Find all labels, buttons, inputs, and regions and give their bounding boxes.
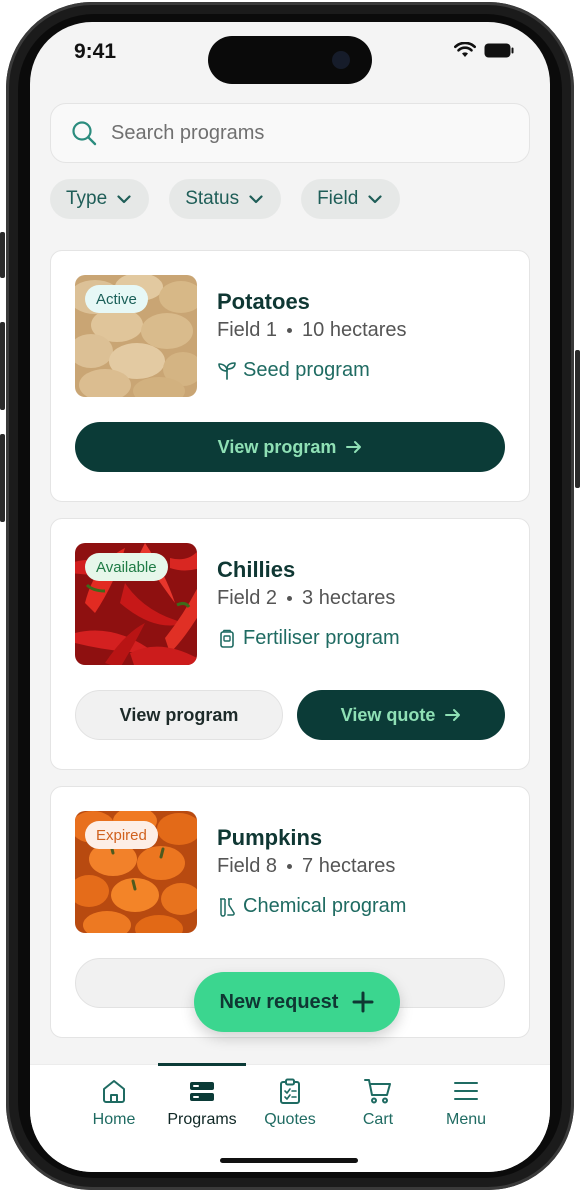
filter-field-dropdown[interactable]: Field [301, 179, 401, 219]
search-input[interactable] [111, 121, 491, 145]
chillies-image: Available [75, 543, 197, 665]
tab-programs[interactable]: Programs [158, 1063, 246, 1165]
programs-icon [190, 1082, 214, 1101]
filter-bar: Type Status Field [50, 179, 401, 219]
field-name: Field 2 [217, 587, 278, 609]
program-type: Fertiliser program [217, 627, 400, 650]
seedling-icon [218, 361, 236, 380]
tab-quotes[interactable]: Quotes [246, 1065, 334, 1165]
program-card-chillies: Available Chillies Field 2 3 hectares Fe… [50, 518, 530, 770]
chevron-down-icon [117, 194, 131, 203]
tab-label: Cart [362, 1111, 394, 1128]
cart-icon [364, 1079, 391, 1104]
filter-label: Field [317, 188, 359, 209]
view-program-button[interactable]: View program [75, 422, 505, 472]
button-label: View program [217, 436, 337, 457]
card-title: Pumpkins [217, 825, 323, 850]
menu-icon [454, 1082, 478, 1100]
dynamic-island [208, 36, 372, 84]
power-button [575, 350, 580, 488]
home-indicator [220, 1158, 358, 1163]
wifi-icon [454, 42, 476, 57]
tab-label: Quotes [264, 1111, 316, 1128]
tab-label: Home [92, 1111, 136, 1128]
view-program-button[interactable]: View program [75, 690, 283, 740]
program-label: Fertiliser program [243, 627, 400, 649]
status-badge: Active [85, 285, 148, 313]
status-badge: Expired [85, 821, 158, 849]
separator-dot [287, 596, 293, 601]
clipboard-icon [280, 1078, 300, 1104]
status-time: 9:41 [74, 40, 117, 63]
potatoes-image: Active [75, 275, 197, 397]
volume-up-button [0, 322, 5, 410]
app-screen: 9:41 Type Status Field [30, 22, 550, 1172]
card-title: Chillies [217, 557, 296, 582]
program-card-potatoes: Active Potatoes Field 1 10 hectares Seed… [50, 250, 530, 502]
pumpkins-image: Expired [75, 811, 197, 933]
flask-icon [220, 897, 235, 917]
tab-label: Programs [167, 1111, 237, 1128]
program-type: Seed program [217, 359, 370, 382]
chevron-down-icon [249, 194, 263, 203]
tab-cart[interactable]: Cart [334, 1065, 422, 1165]
field-area: 7 hectares [302, 855, 396, 877]
card-meta: Field 8 7 hectares [217, 855, 395, 878]
camera-icon [332, 51, 350, 69]
active-tab-indicator [158, 1063, 246, 1066]
filter-label: Type [66, 188, 108, 209]
card-meta: Field 1 10 hectares [217, 319, 407, 342]
program-label: Chemical program [243, 895, 407, 917]
new-request-button[interactable]: New request [194, 972, 400, 1032]
arrow-right-icon [445, 709, 461, 721]
plus-icon [352, 991, 374, 1013]
arrow-right-icon [346, 441, 362, 453]
card-title: Potatoes [217, 289, 310, 314]
search-icon [72, 121, 97, 146]
filter-status-dropdown[interactable]: Status [169, 179, 282, 219]
tab-label: Menu [445, 1111, 487, 1128]
volume-down-button [0, 434, 5, 522]
field-name: Field 1 [217, 319, 278, 341]
separator-dot [287, 328, 293, 333]
status-badge: Available [85, 553, 168, 581]
search-bar[interactable] [50, 103, 530, 163]
program-label: Seed program [243, 359, 370, 381]
tab-home[interactable]: Home [70, 1065, 158, 1165]
fab-label: New request [219, 990, 339, 1013]
button-label: View program [119, 704, 239, 725]
home-icon [103, 1080, 125, 1103]
card-meta: Field 2 3 hectares [217, 587, 395, 610]
program-type: Chemical program [217, 895, 406, 918]
button-label: View quote [340, 704, 436, 725]
field-name: Field 8 [217, 855, 278, 877]
status-icons [454, 42, 514, 58]
fertiliser-bag-icon [220, 629, 234, 648]
view-quote-button[interactable]: View quote [297, 690, 505, 740]
action-button [0, 232, 5, 278]
bottom-tab-bar: Home Programs Quotes Cart Menu [30, 1063, 550, 1172]
field-area: 10 hectares [302, 319, 407, 341]
separator-dot [287, 864, 293, 869]
filter-type-dropdown[interactable]: Type [50, 179, 150, 219]
battery-icon [484, 43, 514, 57]
chevron-down-icon [368, 194, 382, 203]
filter-label: Status [185, 188, 240, 209]
tab-menu[interactable]: Menu [422, 1065, 510, 1165]
field-area: 3 hectares [302, 587, 396, 609]
